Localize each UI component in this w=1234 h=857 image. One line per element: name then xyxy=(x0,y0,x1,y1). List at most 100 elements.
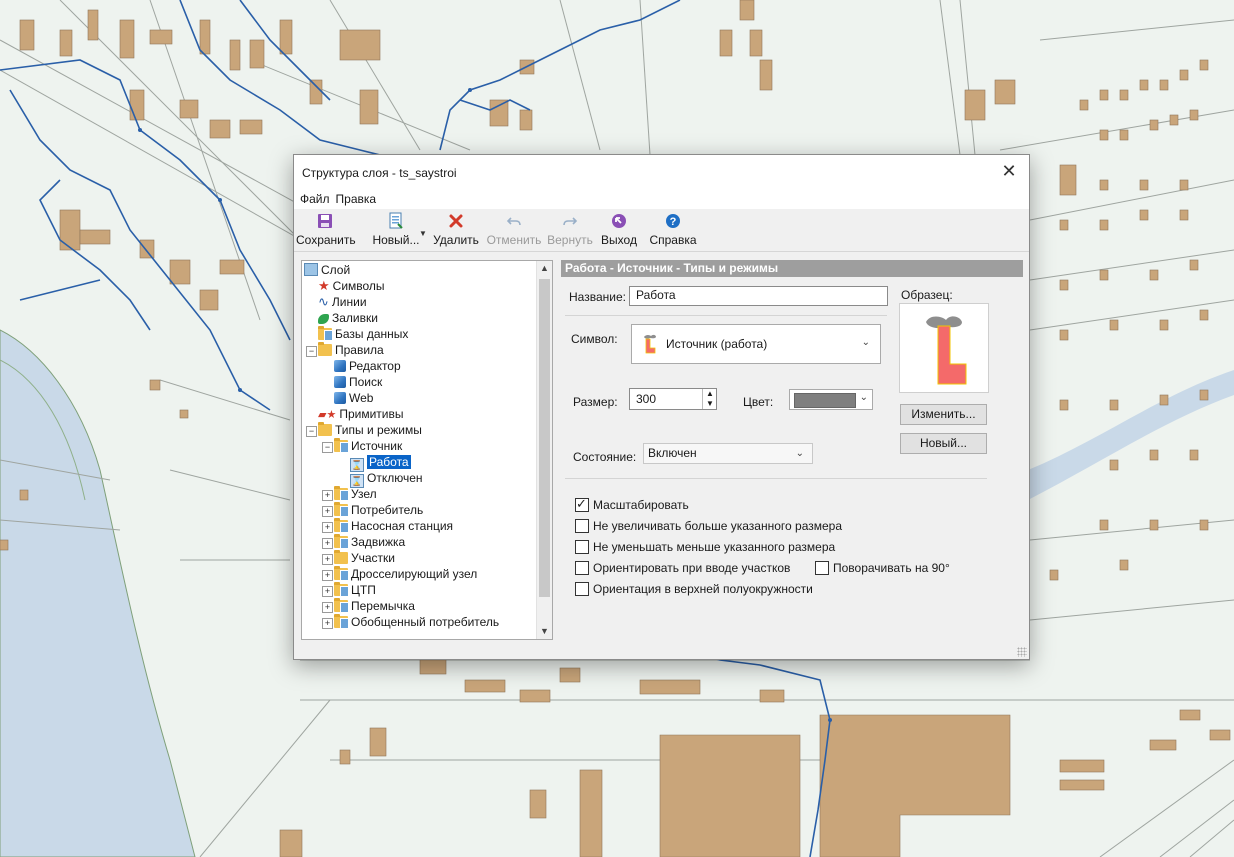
expand-icon[interactable]: + xyxy=(322,570,333,581)
scroll-up-icon[interactable]: ▲ xyxy=(537,261,552,276)
folder-icon xyxy=(334,438,349,453)
tree-item-databases[interactable]: Базы данных xyxy=(318,326,408,342)
name-input[interactable]: Работа xyxy=(629,286,888,306)
color-select[interactable]: ⌄ xyxy=(789,389,873,410)
collapse-icon[interactable]: − xyxy=(322,442,333,453)
expand-icon[interactable]: + xyxy=(322,522,333,533)
new-document-icon xyxy=(389,212,403,229)
tree-item-node[interactable]: Узел xyxy=(334,486,377,502)
checkbox-box[interactable] xyxy=(815,561,829,575)
redo-button[interactable]: Вернуть xyxy=(544,211,596,249)
state-label: Состояние: xyxy=(573,450,637,464)
tree-item-consumer[interactable]: Потребитель xyxy=(334,502,423,518)
rotate-90-checkbox[interactable]: Поворачивать на 90° xyxy=(815,561,950,575)
tree-label: Поиск xyxy=(349,375,383,389)
symbol-select[interactable]: Источник (работа) ⌄ xyxy=(631,324,881,364)
tree-item-symbols[interactable]: ★ Символы xyxy=(318,278,385,294)
cube-icon xyxy=(334,376,346,388)
expand-icon[interactable]: + xyxy=(322,538,333,549)
expand-icon[interactable]: + xyxy=(322,586,333,597)
tree-label: Работа xyxy=(367,455,411,469)
scroll-down-icon[interactable]: ▼ xyxy=(537,624,552,639)
change-button[interactable]: Изменить... xyxy=(900,404,987,425)
dialog-titlebar[interactable]: Структура слоя - ts_saystroi ✕ xyxy=(294,155,1029,189)
scale-checkbox[interactable]: Масштабировать xyxy=(575,496,689,512)
expand-icon[interactable]: + xyxy=(322,602,333,613)
tree-scrollbar[interactable]: ▲ ▼ xyxy=(536,261,552,639)
checkbox-label: Не уменьшать меньше указанного размера xyxy=(593,540,836,554)
tree-item-pump-station[interactable]: Насосная станция xyxy=(334,518,453,534)
tree-item-types-modes[interactable]: Типы и режимы xyxy=(318,422,422,438)
expand-icon[interactable]: + xyxy=(322,554,333,565)
tree-label: Редактор xyxy=(349,359,401,373)
help-button[interactable]: ? Справка xyxy=(646,211,700,249)
tree-item-search[interactable]: Поиск xyxy=(334,374,382,390)
delete-icon xyxy=(449,214,463,228)
save-label: Сохранить xyxy=(296,233,356,247)
close-icon[interactable]: ✕ xyxy=(998,161,1020,181)
size-spinner[interactable]: ▲ ▼ xyxy=(702,389,717,409)
folder-icon xyxy=(334,582,349,597)
folder-icon xyxy=(334,566,349,581)
tree-label: Примитивы xyxy=(339,407,404,421)
tree-item-work[interactable]: ⌛ Работа xyxy=(350,454,411,472)
tree-item-valve[interactable]: Задвижка xyxy=(334,534,405,550)
no-shrink-checkbox[interactable]: Не уменьшать меньше указанного размера xyxy=(575,540,835,554)
collapse-icon[interactable]: − xyxy=(306,346,317,357)
resize-grip[interactable] xyxy=(1017,647,1027,657)
layer-tree[interactable]: Слой ★ Символы ∿ Линии Заливки Базы данных… xyxy=(301,260,553,640)
folder-icon xyxy=(334,614,349,629)
tree-item-generalized-consumer[interactable]: Обобщенный потребитель xyxy=(334,614,499,630)
checkbox-box[interactable] xyxy=(575,496,589,512)
new-button[interactable]: Новый... xyxy=(366,211,426,249)
collapse-icon[interactable]: − xyxy=(306,426,317,437)
tree-item-source[interactable]: Источник xyxy=(334,438,402,454)
color-label: Цвет: xyxy=(743,395,774,409)
state-select[interactable]: Включен ⌄ xyxy=(643,443,813,464)
scrollbar-thumb[interactable] xyxy=(539,279,550,597)
checkbox-box[interactable] xyxy=(575,561,589,575)
delete-button[interactable]: Удалить xyxy=(430,211,482,249)
layer-structure-dialog: Структура слоя - ts_saystroi ✕ Файл Прав… xyxy=(293,154,1030,660)
checkbox-box[interactable] xyxy=(575,519,589,533)
folder-icon xyxy=(334,598,349,613)
tree-item-editor[interactable]: Редактор xyxy=(334,358,401,374)
tree-item-lines[interactable]: ∿ Линии xyxy=(318,294,367,310)
tree-label: Задвижка xyxy=(351,535,406,549)
orient-on-input-checkbox[interactable]: Ориентировать при вводе участков xyxy=(575,561,790,575)
tree-label: ЦТП xyxy=(351,583,376,597)
folder-icon xyxy=(334,518,349,533)
tree-item-ctp[interactable]: ЦТП xyxy=(334,582,376,598)
checkbox-box[interactable] xyxy=(575,582,589,596)
exit-label: Выход xyxy=(601,233,637,247)
folder-icon xyxy=(334,550,348,564)
tree-item-primitives[interactable]: ▰★ Примитивы xyxy=(318,406,403,422)
undo-button[interactable]: Отменить xyxy=(485,211,543,249)
new-symbol-button[interactable]: Новый... xyxy=(900,433,987,454)
line-icon: ∿ xyxy=(318,294,329,309)
new-dropdown-icon[interactable]: ▼ xyxy=(419,229,427,238)
tree-item-fills[interactable]: Заливки xyxy=(318,310,378,326)
tree-item-throttle-node[interactable]: Дросселирующий узел xyxy=(334,566,477,582)
tree-item-jumper[interactable]: Перемычка xyxy=(334,598,415,614)
tree-item-web[interactable]: Web xyxy=(334,390,373,406)
tree-label: Базы данных xyxy=(335,327,409,341)
tree-item-rules[interactable]: Правила xyxy=(318,342,384,358)
checkbox-box[interactable] xyxy=(575,540,589,554)
help-label: Справка xyxy=(649,233,697,247)
expand-icon[interactable]: + xyxy=(322,618,333,629)
checkbox-label: Ориентация в верхней полуокружности xyxy=(593,582,813,596)
upper-semicircle-checkbox[interactable]: Ориентация в верхней полуокружности xyxy=(575,582,813,596)
menu-file[interactable]: Файл xyxy=(300,192,330,206)
tree-item-layer[interactable]: Слой xyxy=(304,262,350,278)
spin-up-icon[interactable]: ▲ xyxy=(706,389,714,398)
spin-down-icon[interactable]: ▼ xyxy=(706,399,714,408)
expand-icon[interactable]: + xyxy=(322,506,333,517)
tree-item-sections[interactable]: Участки xyxy=(334,550,395,566)
tree-item-disabled[interactable]: ⌛ Отключен xyxy=(350,470,423,488)
no-enlarge-checkbox[interactable]: Не увеличивать больше указанного размера xyxy=(575,519,842,533)
save-button[interactable]: Сохранить xyxy=(296,211,356,249)
expand-icon[interactable]: + xyxy=(322,490,333,501)
menu-edit[interactable]: Правка xyxy=(336,192,377,206)
exit-button[interactable]: Выход xyxy=(598,211,640,249)
